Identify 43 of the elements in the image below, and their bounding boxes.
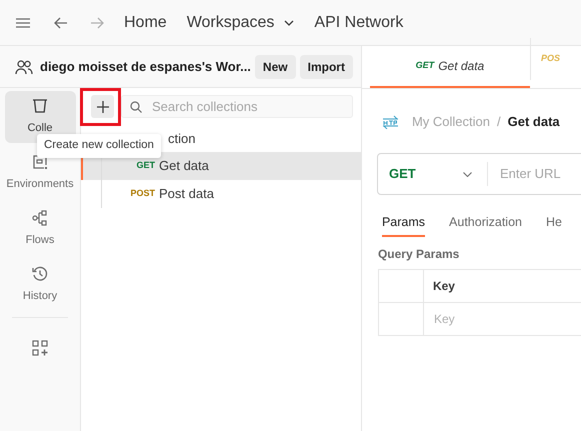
history-icon bbox=[32, 266, 48, 282]
request-item[interactable]: POST Post data bbox=[81, 180, 361, 208]
back-arrow-icon[interactable] bbox=[54, 16, 68, 28]
menu-icon[interactable] bbox=[16, 18, 30, 28]
search-bar[interactable]: Search collections bbox=[121, 95, 353, 118]
chevron-down-icon bbox=[462, 172, 472, 176]
workspace-name: diego moisset de espanes's Wor... bbox=[40, 58, 251, 76]
sidebar-item[interactable]: History bbox=[4, 259, 76, 311]
new-collection-button[interactable] bbox=[91, 95, 114, 118]
trash-bin-icon bbox=[32, 98, 48, 114]
header-button[interactable]: Import bbox=[300, 54, 353, 78]
breadcrumb-separator: / bbox=[496, 113, 501, 132]
collection-name[interactable]: ction bbox=[168, 128, 196, 148]
people-icon bbox=[15, 58, 33, 74]
params-tab[interactable]: He bbox=[546, 209, 562, 237]
header-button[interactable]: New bbox=[254, 54, 296, 78]
key-input[interactable]: Key bbox=[424, 303, 581, 336]
nav-link[interactable]: Home bbox=[124, 10, 167, 34]
method-dropdown[interactable]: GET bbox=[378, 154, 487, 194]
section-title: Query Params bbox=[378, 246, 460, 263]
tooltip: Create new collection bbox=[37, 134, 161, 158]
params-tab[interactable]: Authorization bbox=[449, 209, 522, 237]
http-icon bbox=[382, 115, 399, 129]
table-cell bbox=[378, 303, 424, 336]
nav-link[interactable]: Workspaces bbox=[186, 10, 294, 34]
sidebar-item[interactable]: Flows bbox=[4, 203, 76, 255]
url-field[interactable]: Enter URL bbox=[500, 164, 581, 184]
plus-icon bbox=[96, 100, 108, 112]
breadcrumb-current: Get data bbox=[508, 113, 560, 132]
params-tab[interactable]: Params bbox=[382, 209, 426, 237]
request-tab[interactable]: GET Get data bbox=[370, 46, 530, 88]
add-widget-icon[interactable] bbox=[32, 340, 48, 356]
request-name: Post data bbox=[159, 185, 214, 204]
search-icon bbox=[130, 100, 142, 112]
flows-icon bbox=[32, 210, 48, 226]
method-label: POST bbox=[129, 187, 155, 200]
column-header: Key bbox=[432, 278, 455, 295]
request-name: Get data bbox=[159, 157, 209, 176]
nav-link[interactable]: API Network bbox=[314, 10, 404, 34]
request-item[interactable]: GET Get data bbox=[81, 152, 361, 180]
method-label: GET bbox=[135, 159, 155, 172]
highlight-frame bbox=[80, 88, 121, 126]
search-input[interactable]: Search collections bbox=[152, 96, 344, 116]
